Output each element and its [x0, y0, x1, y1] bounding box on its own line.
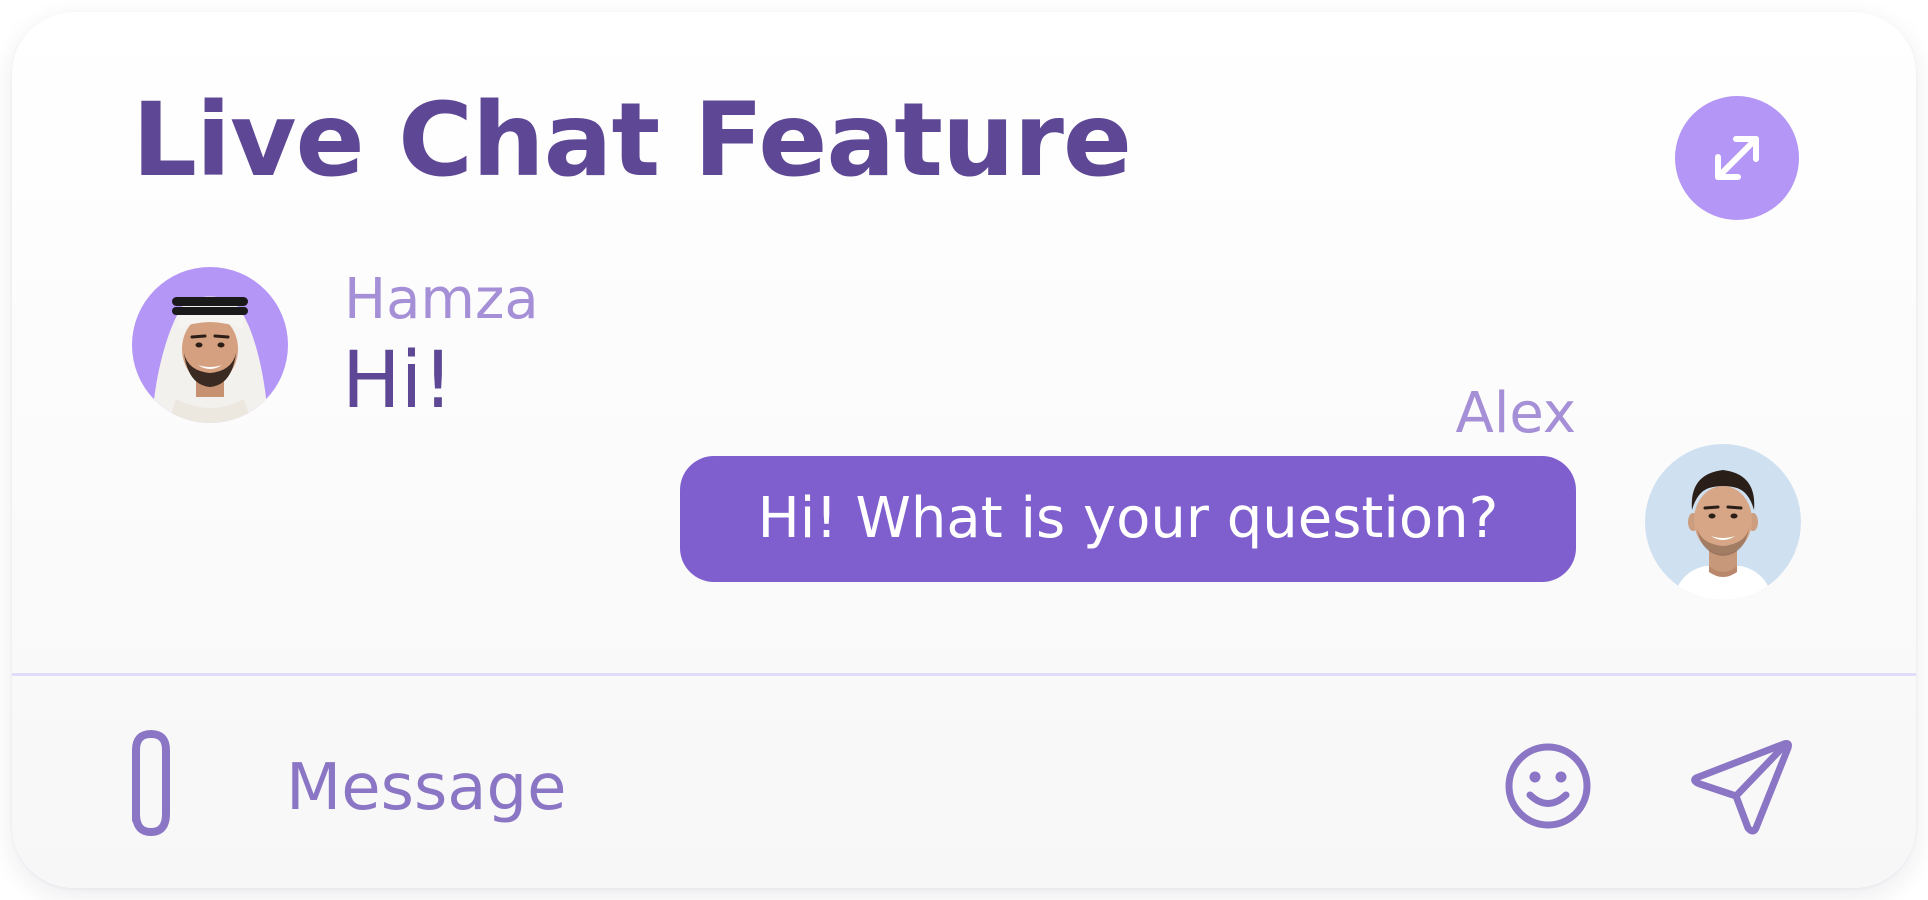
- sender-name-alex: Alex: [1455, 381, 1576, 446]
- composer-divider: [12, 673, 1916, 676]
- outgoing-message-text: Hi! What is your question?: [757, 486, 1499, 551]
- page-title: Live Chat Feature: [132, 81, 1132, 200]
- attach-button[interactable]: [122, 728, 208, 838]
- sender-name-hamza: Hamza: [344, 267, 539, 332]
- smiley-face-icon: [1505, 743, 1591, 829]
- paperclip-icon: [132, 730, 170, 836]
- paper-plane-send-icon: [1691, 740, 1792, 835]
- expand-button[interactable]: [1675, 96, 1799, 220]
- avatar-alex: [1645, 444, 1801, 600]
- incoming-message-text: Hi!: [342, 336, 454, 426]
- message-input[interactable]: [286, 748, 1436, 828]
- expand-icon: [1715, 136, 1759, 180]
- chat-card: Live Chat Feature Hamza Hi! Alex Hi! Wha…: [12, 12, 1916, 888]
- emoji-button[interactable]: [1502, 740, 1594, 832]
- outgoing-message-bubble: Hi! What is your question?: [680, 456, 1576, 582]
- send-button[interactable]: [1684, 728, 1794, 838]
- avatar-hamza: [132, 267, 288, 423]
